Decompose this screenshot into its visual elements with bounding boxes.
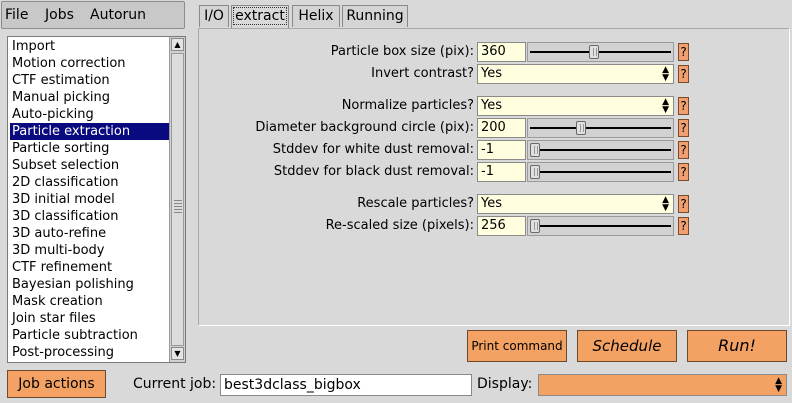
job-type-item[interactable]: Bayesian polishing (12, 276, 170, 293)
display-label: Display: (477, 376, 533, 392)
black-dust-help-button[interactable]: ? (678, 163, 689, 181)
job-type-item[interactable]: Mask creation (12, 293, 170, 310)
box-size-slider[interactable] (527, 42, 674, 62)
job-type-item[interactable]: Particle extraction (10, 123, 170, 140)
dropdown-arrow-icon: ▲ ▼ (775, 376, 782, 394)
normalize-select[interactable]: Yes ▲ ▼ (477, 96, 674, 116)
slider-knob[interactable] (530, 143, 540, 157)
rescaled-size-help-button[interactable]: ? (678, 217, 689, 235)
job-type-item[interactable]: Motion correction (12, 55, 170, 72)
bg-diameter-label: Diameter background circle (pix): (255, 120, 474, 135)
job-type-item[interactable]: 3D classification (12, 208, 170, 225)
black-dust-slider[interactable] (527, 162, 674, 182)
dropdown-arrow-icon: ▲ ▼ (662, 195, 669, 213)
black-dust-input[interactable]: -1 (477, 162, 526, 182)
tab-io[interactable]: I/O (199, 5, 229, 27)
job-type-item[interactable]: Manual picking (12, 89, 170, 106)
menu-jobs[interactable]: Jobs (45, 7, 74, 23)
menu-file[interactable]: File (5, 7, 28, 23)
job-list-scrollbar[interactable]: ▲ ▼ (169, 37, 185, 362)
job-type-item[interactable]: 2D classification (12, 174, 170, 191)
print-command-button[interactable]: Print command (467, 330, 567, 362)
normalize-help-button[interactable]: ? (678, 97, 689, 115)
job-type-item[interactable]: Join star files (12, 310, 170, 327)
slider-knob[interactable] (530, 165, 540, 179)
menu-autorun[interactable]: Autorun (90, 7, 146, 23)
tab-extract[interactable]: extract (231, 5, 289, 28)
black-dust-label: Stddev for black dust removal: (273, 164, 474, 179)
scrollbar-thumb[interactable] (171, 53, 184, 346)
job-type-item[interactable]: CTF refinement (12, 259, 170, 276)
job-type-item[interactable]: Post-processing (12, 344, 170, 361)
display-select[interactable]: ▲ ▼ (538, 374, 787, 396)
box-size-label: Particle box size (pix): (330, 44, 474, 59)
schedule-button[interactable]: Schedule (577, 330, 677, 362)
job-type-item[interactable]: 3D auto-refine (12, 225, 170, 242)
job-type-item[interactable]: Particle sorting (12, 140, 170, 157)
rescaled-size-input[interactable]: 256 (477, 216, 526, 236)
slider-knob[interactable] (575, 121, 586, 135)
job-type-item[interactable]: 3D initial model (12, 191, 170, 208)
job-type-item[interactable]: Subset selection (12, 157, 170, 174)
rescaled-size-slider[interactable] (527, 216, 674, 236)
white-dust-help-button[interactable]: ? (678, 141, 689, 159)
current-job-input[interactable]: best3dclass_bigbox (220, 374, 472, 396)
box-size-help-button[interactable]: ? (678, 43, 689, 61)
job-type-item[interactable]: Auto-picking (12, 106, 170, 123)
dropdown-arrow-icon: ▲ ▼ (662, 97, 669, 115)
slider-knob[interactable] (530, 219, 540, 233)
rescale-select[interactable]: Yes ▲ ▼ (477, 194, 674, 214)
rescale-label: Rescale particles? (357, 196, 474, 211)
white-dust-input[interactable]: -1 (477, 140, 526, 160)
bg-diameter-slider[interactable] (527, 118, 674, 138)
job-type-item[interactable]: CTF estimation (12, 72, 170, 89)
white-dust-label: Stddev for white dust removal: (272, 142, 474, 157)
scroll-up-icon[interactable]: ▲ (171, 38, 184, 51)
bg-diameter-help-button[interactable]: ? (678, 119, 689, 137)
invert-contrast-label: Invert contrast? (371, 66, 474, 81)
bg-diameter-input[interactable]: 200 (477, 118, 526, 138)
tab-helix[interactable]: Helix (292, 5, 340, 27)
run-button[interactable]: Run! (687, 330, 787, 362)
box-size-input[interactable]: 360 (477, 42, 526, 62)
slider-knob[interactable] (588, 45, 599, 59)
scroll-down-icon[interactable]: ▼ (171, 347, 184, 360)
normalize-label: Normalize particles? (341, 98, 474, 113)
rescaled-size-label: Re-scaled size (pixels): (325, 218, 474, 233)
white-dust-slider[interactable] (527, 140, 674, 160)
tab-running[interactable]: Running (342, 5, 408, 27)
job-type-item[interactable]: Particle subtraction (12, 327, 170, 344)
menubar: File Jobs Autorun (1, 1, 185, 29)
invert-contrast-help-button[interactable]: ? (678, 65, 689, 83)
job-type-item[interactable]: Import (12, 38, 170, 55)
job-type-item[interactable]: 3D multi-body (12, 242, 170, 259)
dropdown-arrow-icon: ▲ ▼ (662, 65, 669, 83)
job-actions-button[interactable]: Job actions (7, 370, 106, 398)
job-type-list[interactable]: Import Motion correction CTF estimation Man… (7, 36, 186, 363)
current-job-label: Current job: (133, 376, 217, 392)
rescale-help-button[interactable]: ? (678, 195, 689, 213)
invert-contrast-select[interactable]: Yes ▲ ▼ (477, 64, 674, 84)
